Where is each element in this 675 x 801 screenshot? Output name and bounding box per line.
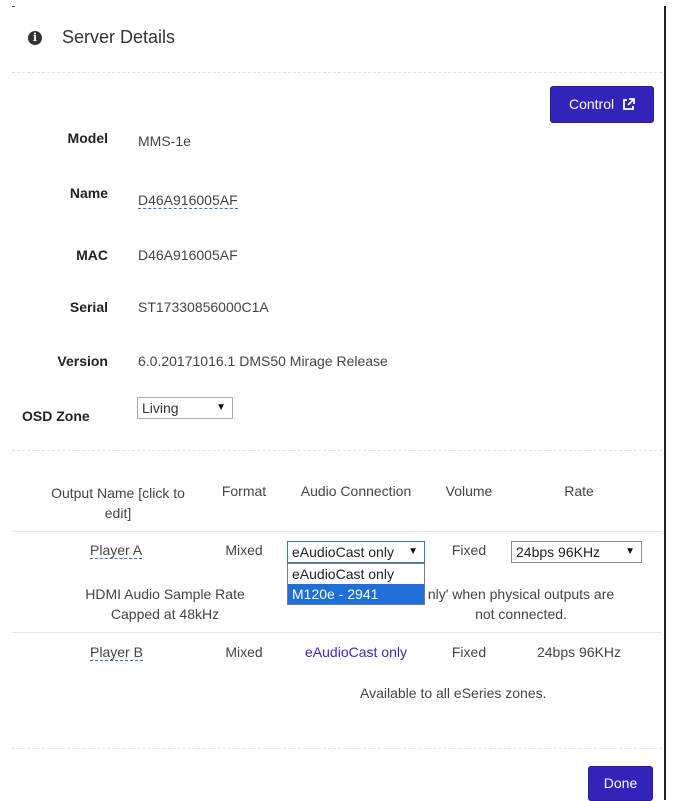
model-label: Model	[67, 130, 108, 146]
dropdown-option-m120e-2941[interactable]: M120e - 2941	[288, 584, 424, 604]
audio-connection-link-player-b[interactable]: eAudioCast only	[284, 644, 428, 660]
column-header-rate: Rate	[564, 483, 594, 499]
mac-value: D46A916005AF	[138, 247, 238, 263]
modal-header: i Server Details	[0, 0, 664, 72]
server-name-editable[interactable]: D46A916005AF	[138, 192, 238, 209]
version-label: Version	[57, 353, 108, 369]
column-header-audio-connection: Audio Connection	[300, 483, 412, 499]
serial-label: Serial	[69, 299, 108, 315]
footer-divider	[12, 748, 662, 749]
volume-player-b: Fixed	[451, 644, 487, 660]
rate-player-b: 24bps 96KHz	[536, 644, 622, 660]
dropdown-option-eaudiocast-only[interactable]: eAudioCast only	[288, 564, 424, 584]
hdmi-note-line2: Capped at 48kHz	[110, 606, 220, 622]
column-header-output-name-line2: edit]	[104, 505, 132, 521]
control-button-label: Control	[568, 96, 615, 112]
version-value: 6.0.20171016.1 DMS50 Mirage Release	[138, 353, 388, 369]
external-link-icon	[623, 98, 635, 110]
model-value: MMS-1e	[138, 133, 191, 149]
name-label: Name	[69, 185, 108, 201]
format-player-b: Mixed	[225, 644, 263, 660]
table-row-divider	[12, 632, 662, 633]
mac-label: MAC	[76, 247, 108, 263]
serial-value: ST17330856000C1A	[138, 299, 269, 315]
hdmi-sample-rate-note: HDMI Audio Sample Rate Capped at 48kHz	[40, 584, 290, 624]
format-player-a: Mixed	[225, 542, 263, 558]
audio-connection-select-player-a[interactable]: eAudioCast only ▼	[287, 541, 425, 563]
availability-note: Available to all eSeries zones.	[360, 685, 547, 701]
info-circle-icon: i	[28, 31, 42, 45]
column-header-format: Format	[221, 483, 267, 499]
table-row-divider	[12, 531, 662, 532]
column-header-volume: Volume	[445, 483, 493, 499]
output-name-player-b[interactable]: Player B	[90, 644, 143, 661]
audio-connection-dropdown-list: eAudioCast only M120e - 2941	[287, 563, 425, 605]
eaudiocast-note-line2: not connected.	[475, 606, 567, 622]
column-header-output-name: Output Name [click to edit]	[38, 483, 198, 523]
modal-title: Server Details	[62, 27, 176, 47]
volume-player-a: Fixed	[451, 542, 487, 558]
audio-connection-selected-value: eAudioCast only	[292, 544, 394, 560]
done-button[interactable]: Done	[588, 766, 653, 801]
rate-selected-value: 24bps 96KHz	[516, 544, 601, 560]
dropdown-arrow-icon: ▼	[216, 402, 226, 413]
rate-select-player-a[interactable]: 24bps 96KHz ▼	[511, 541, 642, 563]
output-name-player-a[interactable]: Player A	[90, 542, 143, 559]
osd-zone-label: OSD Zone	[22, 408, 90, 424]
hdmi-note-line1: HDMI Audio Sample Rate	[85, 586, 245, 602]
osd-zone-select[interactable]: Living ▼	[137, 397, 233, 419]
header-divider	[12, 72, 662, 73]
done-button-label: Done	[603, 775, 638, 791]
section-divider	[12, 450, 662, 451]
column-header-output-name-line1: Output Name [click to	[51, 485, 185, 501]
dropdown-arrow-icon: ▼	[408, 546, 418, 557]
dropdown-arrow-icon: ▼	[625, 546, 635, 557]
osd-zone-selected-value: Living	[142, 400, 179, 416]
right-border	[664, 6, 666, 800]
control-button[interactable]: Control	[550, 86, 654, 123]
